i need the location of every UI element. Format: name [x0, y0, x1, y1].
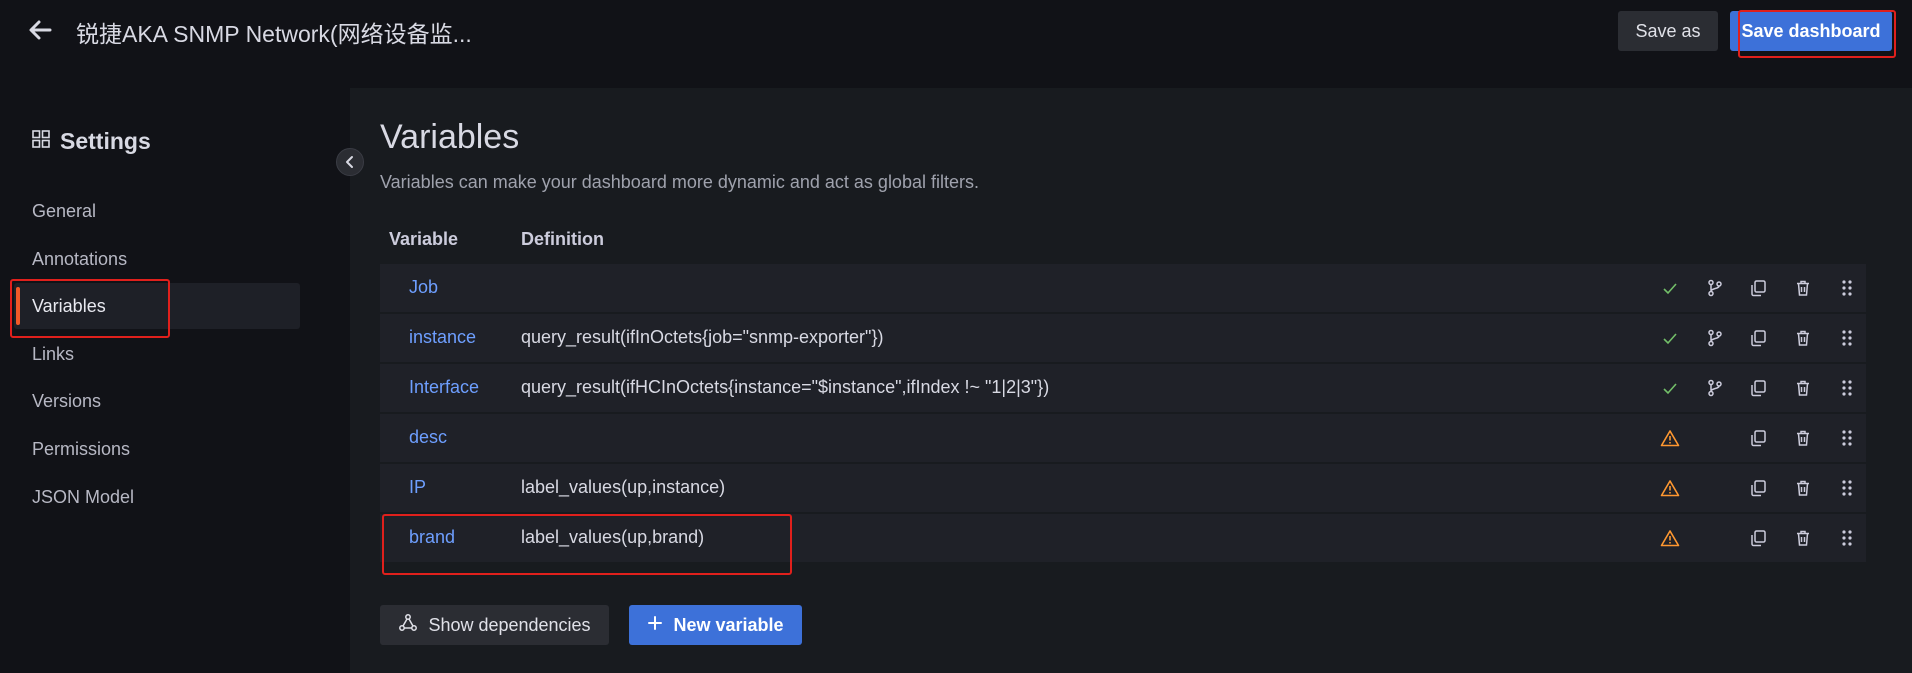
duplicate-icon[interactable]: [1746, 526, 1770, 550]
sidebar-item-variables[interactable]: Variables: [14, 283, 300, 329]
check-icon: [1658, 376, 1682, 400]
check-icon: [1658, 326, 1682, 350]
variable-name-link[interactable]: IP: [409, 477, 426, 498]
duplicate-icon[interactable]: [1746, 276, 1770, 300]
drag-handle-icon[interactable]: [1835, 426, 1859, 450]
sidebar-item-label: Variables: [32, 295, 106, 316]
duplicate-icon[interactable]: [1746, 376, 1770, 400]
drag-handle-icon[interactable]: [1835, 376, 1859, 400]
variable-name-link[interactable]: instance: [409, 327, 476, 348]
dashboard-title: 锐捷AKA SNMP Network(网络设备监...: [76, 21, 472, 47]
drag-handle-icon[interactable]: [1835, 526, 1859, 550]
show-dependencies-label: Show dependencies: [428, 614, 591, 635]
branch-icon[interactable]: [1703, 326, 1727, 350]
save-as-button[interactable]: Save as: [1618, 11, 1718, 51]
warning-icon: [1658, 526, 1682, 550]
warning-icon: [1658, 476, 1682, 500]
sidebar-item-label: Annotations: [32, 248, 128, 269]
sidebar-item-versions[interactable]: Versions: [14, 378, 300, 424]
trash-icon[interactable]: [1791, 526, 1815, 550]
drag-handle-icon[interactable]: [1835, 326, 1859, 350]
variable-definition: query_result(ifHCInOctets{instance="$ins…: [521, 377, 1050, 397]
duplicate-icon[interactable]: [1746, 326, 1770, 350]
sidebar-item-label: Links: [32, 343, 75, 364]
plus-icon: [647, 615, 663, 636]
variable-definition: label_values(up,instance): [521, 477, 726, 497]
grid-icon: [32, 130, 50, 153]
table-row: instance query_result(ifInOctets{job="sn…: [380, 314, 1866, 362]
sidebar-item-permissions[interactable]: Permissions: [14, 426, 300, 472]
sidebar-item-label: Versions: [32, 390, 102, 411]
duplicate-icon[interactable]: [1746, 476, 1770, 500]
new-variable-label: New variable: [673, 614, 784, 635]
column-header-variable: Variable: [389, 229, 459, 249]
sidebar-item-json-model[interactable]: JSON Model: [14, 474, 300, 520]
sidebar-item-label: JSON Model: [32, 486, 135, 507]
branch-icon[interactable]: [1703, 276, 1727, 300]
column-header-definition: Definition: [521, 229, 604, 249]
drag-handle-icon[interactable]: [1835, 476, 1859, 500]
duplicate-icon[interactable]: [1746, 426, 1770, 450]
table-row: desc: [380, 414, 1866, 462]
sidebar-item-label: Permissions: [32, 438, 131, 459]
settings-heading: Settings: [32, 128, 151, 155]
branch-icon[interactable]: [1703, 376, 1727, 400]
trash-icon[interactable]: [1791, 326, 1815, 350]
table-row: Interface query_result(ifHCInOctets{inst…: [380, 364, 1866, 412]
page-subtitle: Variables can make your dashboard more d…: [380, 172, 979, 192]
variable-name-link[interactable]: Interface: [409, 377, 479, 398]
sidebar-item-links[interactable]: Links: [14, 331, 300, 377]
top-bar: 锐捷AKA SNMP Network(网络设备监... Save as Save…: [0, 0, 1912, 62]
back-arrow-icon[interactable]: [24, 14, 56, 46]
trash-icon[interactable]: [1791, 426, 1815, 450]
table-row: IP label_values(up,instance): [380, 464, 1866, 512]
settings-title: Settings: [60, 128, 151, 154]
show-dependencies-button[interactable]: Show dependencies: [380, 605, 609, 645]
new-variable-button[interactable]: New variable: [629, 605, 802, 645]
dependencies-icon: [398, 613, 418, 638]
trash-icon[interactable]: [1791, 476, 1815, 500]
collapse-sidebar-button[interactable]: [336, 148, 364, 176]
variable-definition: query_result(ifInOctets{job="snmp-export…: [521, 327, 884, 347]
sidebar-item-annotations[interactable]: Annotations: [14, 236, 300, 282]
page-title: Variables: [380, 118, 520, 156]
sidebar-item-label: General: [32, 200, 97, 221]
variable-definition: label_values(up,brand): [521, 527, 705, 547]
chevron-left-icon: [346, 156, 353, 168]
variable-name-link[interactable]: brand: [409, 527, 455, 548]
table-row: brand label_values(up,brand): [380, 514, 1866, 562]
trash-icon[interactable]: [1791, 376, 1815, 400]
table-row: Job: [380, 264, 1866, 312]
warning-icon: [1658, 426, 1682, 450]
sidebar-item-general[interactable]: General: [14, 188, 300, 234]
save-dashboard-button[interactable]: Save dashboard: [1730, 11, 1892, 51]
variable-name-link[interactable]: desc: [409, 427, 447, 448]
variable-name-link[interactable]: Job: [409, 277, 438, 298]
drag-handle-icon[interactable]: [1835, 276, 1859, 300]
check-icon: [1658, 276, 1682, 300]
trash-icon[interactable]: [1791, 276, 1815, 300]
